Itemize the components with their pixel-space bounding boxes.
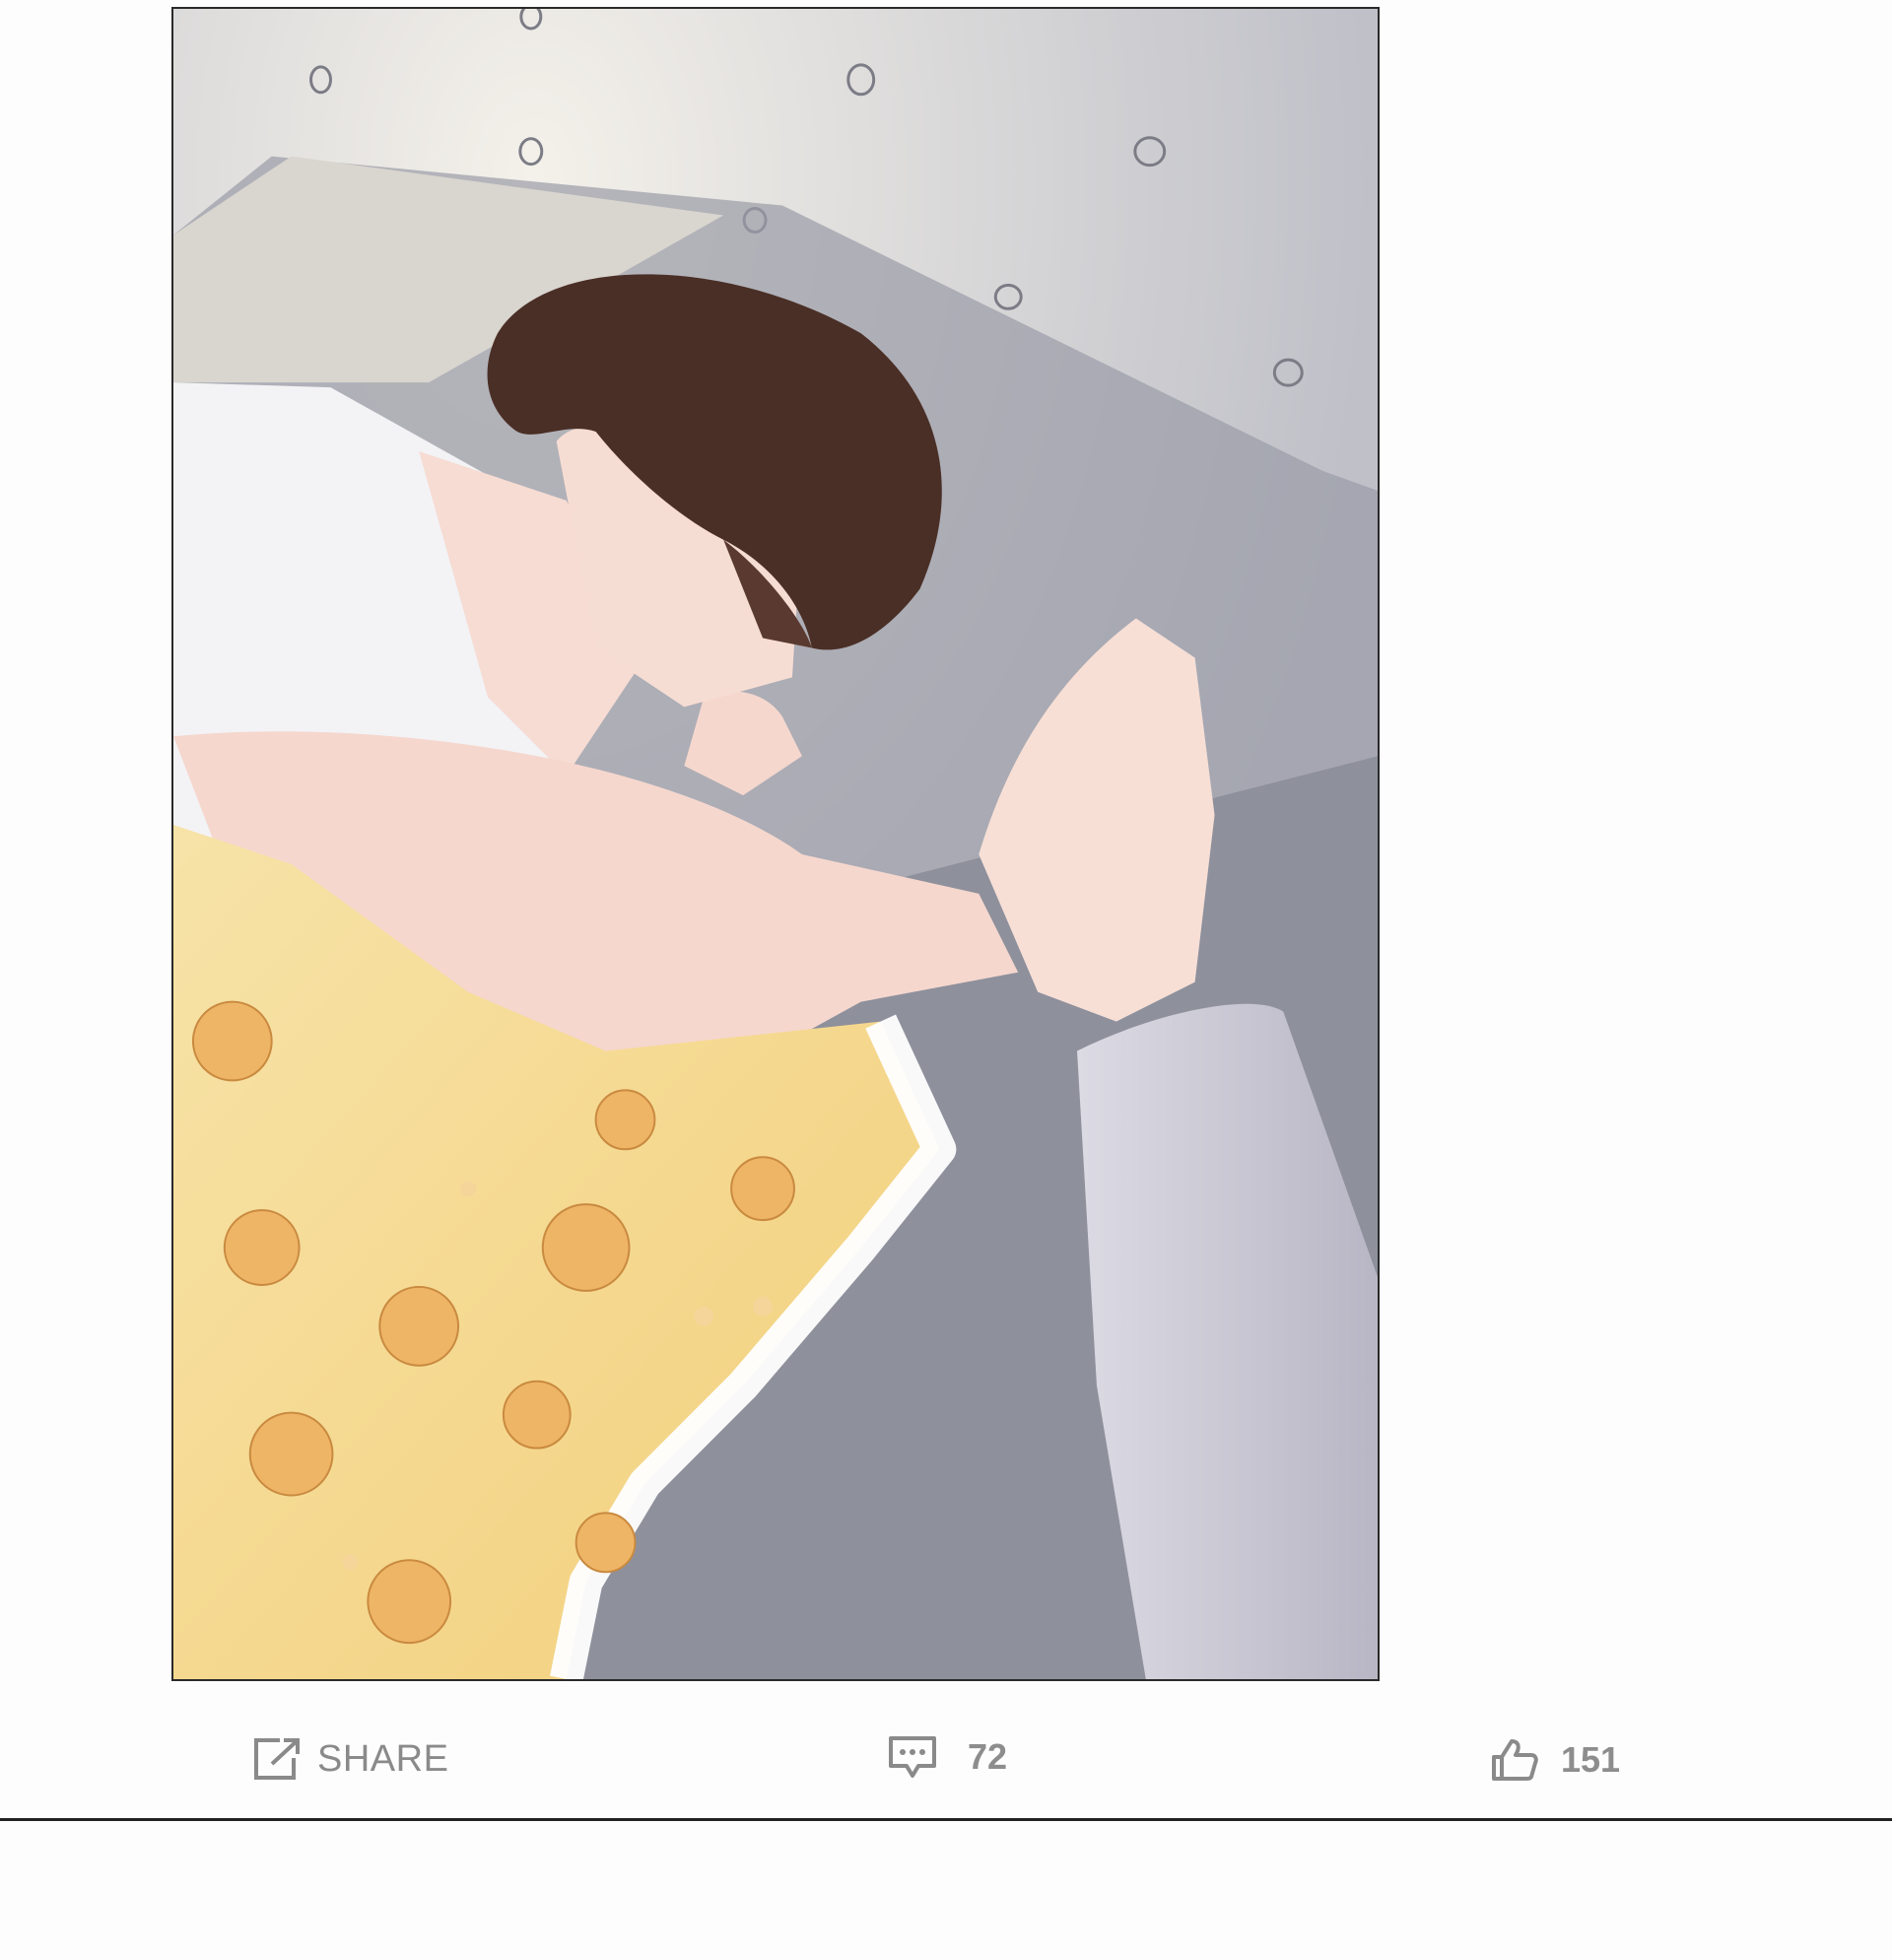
comment-icon: [887, 1734, 938, 1780]
action-bar: SHARE 72 151: [0, 1681, 1892, 1819]
like-count: 151: [1561, 1739, 1621, 1780]
share-button[interactable]: SHARE: [252, 1736, 448, 1782]
comment-button[interactable]: 72: [887, 1734, 1007, 1780]
comic-panel: [171, 7, 1380, 1681]
share-label: SHARE: [317, 1737, 449, 1780]
divider: [0, 1818, 1892, 1821]
share-icon: [252, 1736, 304, 1782]
thumbs-up-icon: [1490, 1737, 1539, 1783]
like-button[interactable]: 151: [1490, 1737, 1620, 1783]
comment-count: 72: [968, 1736, 1008, 1777]
comic-illustration: [173, 9, 1378, 1679]
